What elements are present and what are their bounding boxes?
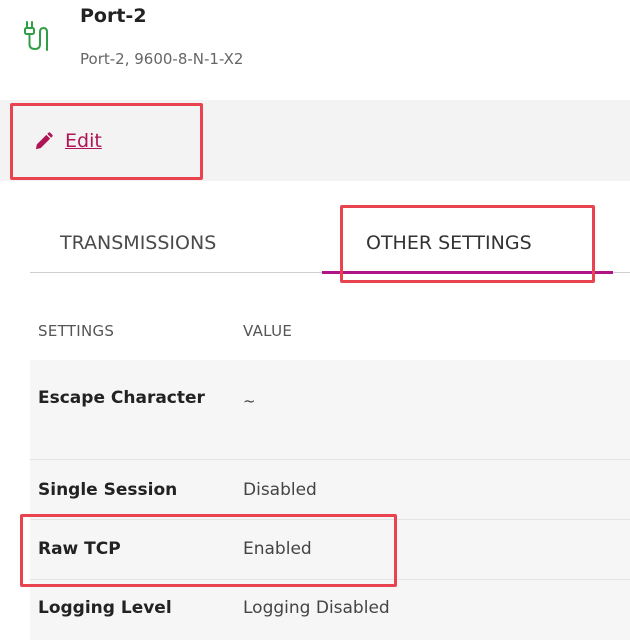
raw-tcp-highlight-box [20,514,397,587]
table-row: Escape Character ~ [30,360,630,460]
table-row: Single Session Disabled [30,460,630,520]
setting-value: ~ [243,392,256,410]
port-header: Port-2 Port-2, 9600-8-N-1-X2 [0,0,630,85]
edit-highlight-box [10,103,203,180]
serial-port-icon [24,21,48,51]
column-header-settings: SETTINGS [38,322,115,340]
port-title: Port-2 [80,5,147,27]
setting-value: Logging Disabled [243,598,390,618]
table-header: SETTINGS VALUE [30,300,630,360]
tab-transmissions[interactable]: TRANSMISSIONS [60,232,216,254]
setting-value: Disabled [243,480,317,500]
setting-label: Logging Level [38,598,172,618]
column-header-value: VALUE [243,322,293,340]
setting-label: Escape Character [38,388,205,408]
other-settings-highlight-box [340,205,595,283]
port-subtitle: Port-2, 9600-8-N-1-X2 [80,50,244,68]
table-row: Logging Level Logging Disabled [30,580,630,640]
setting-label: Single Session [38,480,178,500]
